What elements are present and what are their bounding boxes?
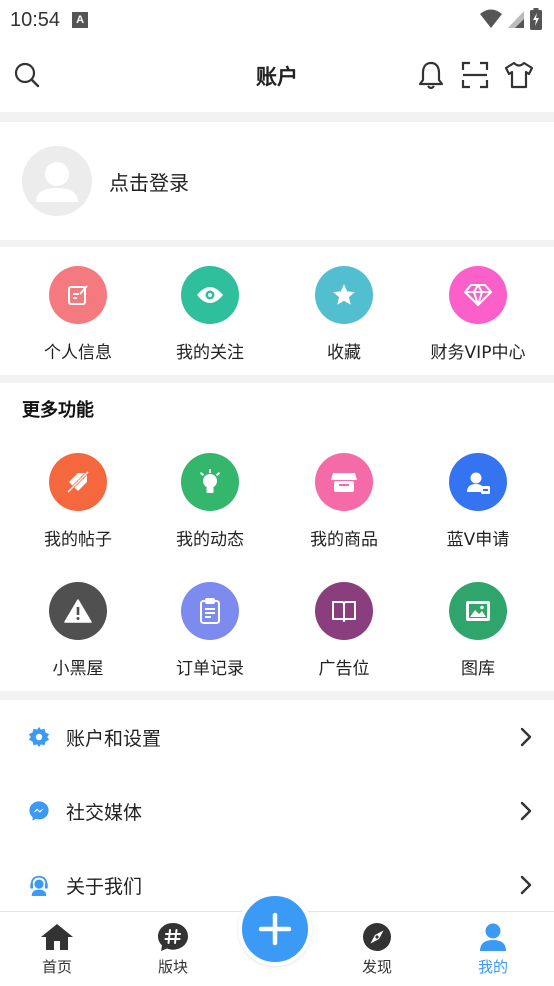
feature-label: 订单记录 xyxy=(176,659,244,679)
menu-item-label: 账户和设置 xyxy=(66,727,162,750)
feature-ad-slot[interactable]: 广告位 xyxy=(277,582,411,679)
compass-icon xyxy=(363,923,391,951)
tab-label: 发现 xyxy=(361,958,392,976)
messenger-icon xyxy=(29,801,49,821)
menu-item-label: 社交媒体 xyxy=(66,801,143,824)
status-indicators xyxy=(480,8,542,30)
eye-icon xyxy=(181,266,239,324)
section-title: 更多功能 xyxy=(22,400,94,421)
feature-blacklist[interactable]: 小黑屋 xyxy=(11,582,145,679)
tab-home[interactable]: 首页 xyxy=(2,912,112,986)
feature-label: 我的商品 xyxy=(310,530,378,550)
quick-action-label: 财务VIP中心 xyxy=(430,343,526,363)
store-icon xyxy=(315,453,373,511)
chevron-right-icon xyxy=(520,727,532,747)
status-bar: 10:54 A xyxy=(0,0,554,40)
menu-item-social-media[interactable]: 社交媒体 xyxy=(0,774,554,848)
chevron-right-icon xyxy=(520,875,532,895)
quick-action-vip[interactable]: 财务VIP中心 xyxy=(411,266,545,363)
lightbulb-icon xyxy=(181,453,239,511)
person-icon xyxy=(480,923,506,951)
shirt-icon[interactable] xyxy=(504,60,534,90)
menu-item-label: 关于我们 xyxy=(66,875,143,898)
tab-boards[interactable]: 版块 xyxy=(118,912,228,986)
diamond-icon xyxy=(449,266,507,324)
feature-my-products[interactable]: 我的商品 xyxy=(277,453,411,550)
create-post-button[interactable] xyxy=(238,892,312,966)
book-icon xyxy=(315,582,373,640)
login-prompt[interactable]: 点击登录 xyxy=(109,167,189,196)
plus-icon xyxy=(258,912,292,946)
feature-label: 我的帖子 xyxy=(44,530,112,550)
tab-label: 我的 xyxy=(477,958,508,976)
feature-gallery[interactable]: 图库 xyxy=(411,582,545,679)
avatar[interactable] xyxy=(22,146,92,216)
user-badge-icon xyxy=(449,453,507,511)
warning-icon xyxy=(49,582,107,640)
edit-icon xyxy=(49,266,107,324)
signal-icon xyxy=(508,11,524,28)
status-time: 10:54 xyxy=(10,8,61,31)
feature-blue-v-apply[interactable]: 蓝V申请 xyxy=(411,453,545,550)
feature-label: 图库 xyxy=(461,659,495,679)
menu-item-account-settings[interactable]: 账户和设置 xyxy=(0,700,554,774)
tab-label: 首页 xyxy=(41,958,72,976)
quick-action-label: 我的关注 xyxy=(176,343,244,363)
quick-action-label: 个人信息 xyxy=(44,343,112,363)
tab-label: 版块 xyxy=(157,958,188,976)
image-icon xyxy=(449,582,507,640)
app-header: 账户 xyxy=(0,40,554,112)
gear-icon xyxy=(28,726,50,748)
login-card[interactable]: 点击登录 xyxy=(0,122,554,240)
feature-order-history[interactable]: 订单记录 xyxy=(143,582,277,679)
default-avatar-icon xyxy=(36,162,78,202)
more-features-section: 更多功能 我的帖子 我的动态 我的商品 蓝V申请 小黑屋 订单记录 广告位 图库 xyxy=(0,383,554,691)
feature-label: 我的动态 xyxy=(176,530,244,550)
feature-label: 小黑屋 xyxy=(52,659,104,679)
home-icon xyxy=(41,924,73,950)
scan-icon[interactable] xyxy=(460,60,490,90)
battery-icon xyxy=(530,8,542,30)
feature-label: 广告位 xyxy=(318,659,370,679)
wifi-icon xyxy=(480,9,502,28)
quick-action-profile[interactable]: 个人信息 xyxy=(11,266,145,363)
support-agent-icon xyxy=(30,875,48,896)
quick-actions: 个人信息 我的关注 收藏 财务VIP中心 xyxy=(0,247,554,375)
hashtag-icon xyxy=(158,923,188,951)
notification-icon: A xyxy=(72,12,89,28)
tab-mine[interactable]: 我的 xyxy=(438,912,548,986)
chevron-right-icon xyxy=(520,801,532,821)
quick-action-following[interactable]: 我的关注 xyxy=(143,266,277,363)
feature-my-activity[interactable]: 我的动态 xyxy=(143,453,277,550)
feature-my-posts[interactable]: 我的帖子 xyxy=(11,453,145,550)
star-icon xyxy=(315,266,373,324)
search-icon[interactable] xyxy=(12,60,42,90)
page-title: 账户 xyxy=(256,65,298,89)
quick-action-label: 收藏 xyxy=(327,343,361,363)
tab-discover[interactable]: 发现 xyxy=(322,912,432,986)
quick-action-favorites[interactable]: 收藏 xyxy=(277,266,411,363)
clipboard-icon xyxy=(181,582,239,640)
tag-off-icon xyxy=(49,453,107,511)
bell-icon[interactable] xyxy=(416,60,446,90)
feature-label: 蓝V申请 xyxy=(446,530,510,550)
menu-list: 账户和设置 社交媒体 关于我们 xyxy=(0,700,554,912)
